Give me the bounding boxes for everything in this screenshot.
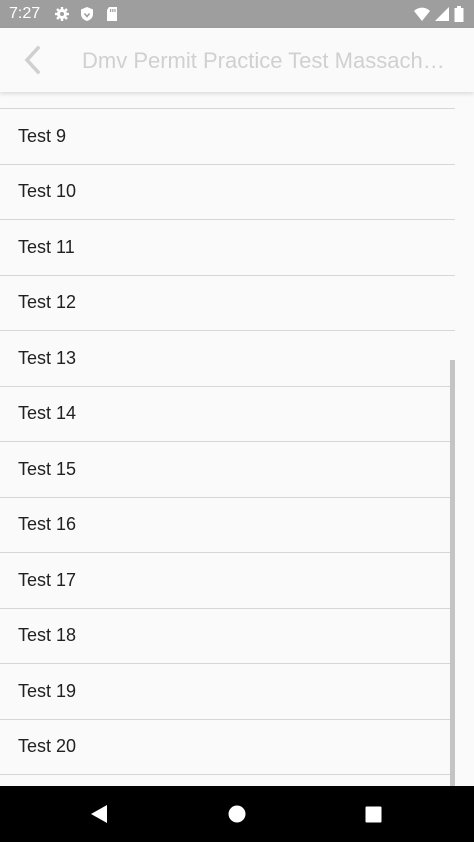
list-item-label: Test 14: [18, 403, 77, 424]
wifi-icon: [414, 6, 430, 22]
back-triangle-icon: [91, 805, 107, 823]
list-item-label: Test 12: [18, 292, 77, 313]
list-item[interactable]: Test 14: [0, 387, 455, 442]
nav-home-button[interactable]: [223, 800, 251, 828]
list-item[interactable]: Test 17: [0, 553, 455, 609]
home-circle-icon: [228, 805, 246, 823]
app-bar: Dmv Permit Practice Test Massachusetts: [0, 28, 474, 92]
cell-signal-icon: [434, 6, 450, 22]
nav-recents-button[interactable]: [359, 800, 387, 828]
nav-back-button[interactable]: [85, 800, 113, 828]
scrollbar[interactable]: [450, 360, 455, 786]
gear-icon: [54, 6, 70, 22]
list-item-label: Test 15: [18, 458, 77, 479]
list-item[interactable]: Test 20: [0, 720, 455, 775]
list-item[interactable]: Test 18: [0, 609, 455, 664]
list-item[interactable]: Test 19: [0, 664, 455, 720]
back-button[interactable]: [10, 38, 54, 82]
chevron-left-icon: [24, 45, 41, 75]
list-item-label: Test 19: [18, 680, 77, 701]
navigation-bar: [0, 786, 474, 842]
page-title: Dmv Permit Practice Test Massachusetts: [82, 48, 446, 73]
test-list: Test 9 Test 10 Test 11 Test 12 Test 13 Test 1…: [0, 108, 455, 775]
list-item[interactable]: Test 15: [0, 442, 455, 498]
screen: 7:27 Dmv Permit Practice Test Massachuse…: [0, 0, 474, 842]
list-item-label: Test 16: [18, 514, 77, 535]
list-item-label: Test 17: [18, 569, 77, 590]
list-item-label: Test 10: [18, 181, 77, 202]
list-item[interactable]: Test 13: [0, 331, 455, 387]
list-item-label: Test 13: [18, 347, 77, 368]
list-item[interactable]: Test 9: [0, 109, 455, 165]
shield-icon: [79, 6, 95, 22]
status-bar: 7:27: [0, 0, 474, 28]
list-item[interactable]: Test 10: [0, 165, 455, 220]
status-time: 7:27: [9, 5, 41, 22]
list-item-label: Test 9: [18, 125, 67, 146]
list-item[interactable]: Test 12: [0, 276, 455, 331]
list-item-label: Test 11: [18, 236, 75, 257]
recents-square-icon: [365, 806, 381, 822]
battery-icon: [454, 6, 464, 22]
sd-card-icon: [104, 6, 120, 22]
list-item-label: Test 20: [18, 736, 77, 757]
list-item[interactable]: Test 11: [0, 220, 455, 276]
list-item[interactable]: Test 16: [0, 498, 455, 553]
list-item-label: Test 18: [18, 625, 77, 646]
